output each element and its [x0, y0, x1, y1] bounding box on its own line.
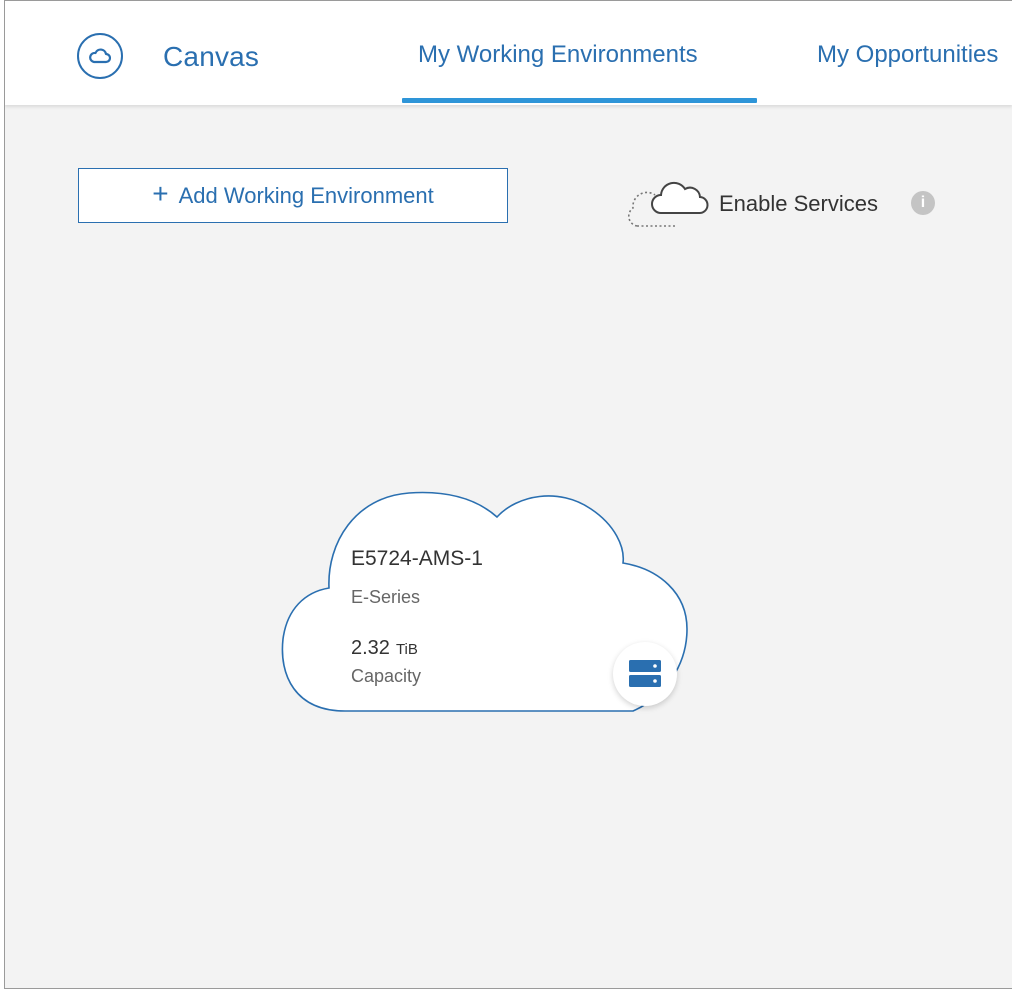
plus-icon: + — [152, 178, 169, 209]
enable-services-cloud-icon — [628, 181, 709, 227]
capacity-value: 2.32 — [351, 637, 390, 659]
add-working-environment-label: Add Working Environment — [178, 182, 434, 208]
working-environment-card[interactable]: E5724-AMS-1 E-Series 2.32 TiB Capacity — [277, 489, 697, 739]
app-window: Canvas My Working Environments My Opport… — [4, 0, 1012, 989]
add-working-environment-button[interactable]: + Add Working Environment — [78, 168, 508, 223]
capacity-label: Capacity — [351, 666, 422, 686]
enable-services-label: Enable Services — [719, 191, 878, 216]
tab-my-opportunities[interactable]: My Opportunities — [817, 41, 998, 69]
info-icon[interactable]: i — [911, 191, 935, 215]
active-tab-indicator — [402, 98, 757, 103]
top-navigation-bar: Canvas My Working Environments My Opport… — [5, 1, 1012, 105]
tab-my-working-environments[interactable]: My Working Environments — [418, 41, 698, 69]
working-environment-name: E5724-AMS-1 — [351, 547, 483, 570]
app-title[interactable]: Canvas — [163, 41, 259, 73]
working-environment-type: E-Series — [351, 587, 421, 607]
canvas-logo-icon[interactable] — [77, 33, 123, 79]
capacity-unit: TiB — [395, 641, 418, 658]
storage-server-icon — [613, 642, 677, 706]
working-environment-capacity: 2.32 TiB — [351, 637, 418, 660]
enable-services-link[interactable]: Enable Services i — [621, 181, 951, 229]
